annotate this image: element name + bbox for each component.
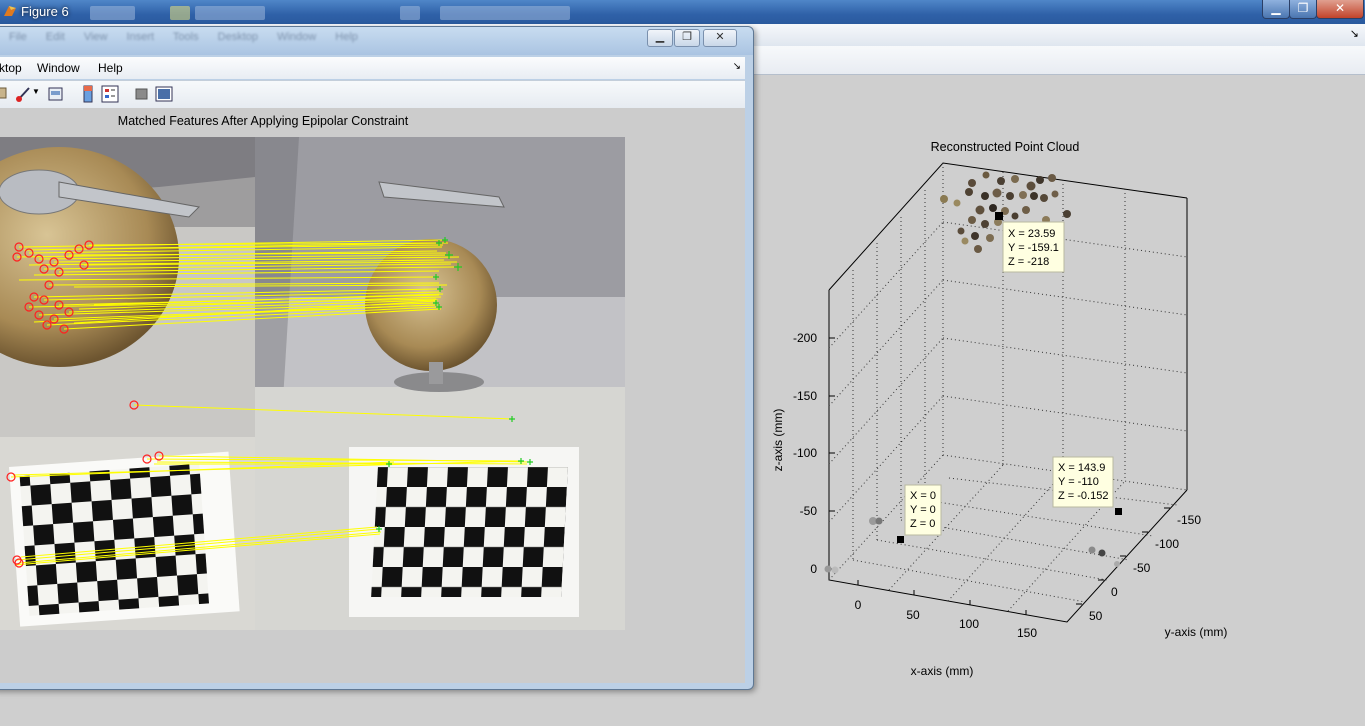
front-minimize-button[interactable]: ▁ <box>647 29 673 47</box>
ghost-menubar: File Edit View Insert Tools Desktop Wind… <box>9 31 374 43</box>
point-cloud-board-points <box>824 508 1122 574</box>
print-preview-icon[interactable] <box>47 85 65 103</box>
back-minimize-button[interactable]: ▁ <box>1262 0 1290 19</box>
back-close-button[interactable]: ✕ <box>1316 0 1364 19</box>
colorbar-icon[interactable] <box>81 85 95 103</box>
y-tick-label: -50 <box>1133 561 1151 575</box>
ghost-menu-item: Window <box>277 31 317 43</box>
taskbar-blur <box>170 6 190 20</box>
legend-icon[interactable] <box>101 85 119 103</box>
hide-plot-tools-icon[interactable] <box>135 85 149 103</box>
z-tick-label: -200 <box>793 331 817 345</box>
datatip-line: Y = 0 <box>910 504 936 516</box>
front-toolbar: ▼ <box>0 80 745 109</box>
x-tick-label: 150 <box>1017 626 1037 640</box>
datatip-line: Z = 0 <box>910 518 935 530</box>
x-axis-label: x-axis (mm) <box>911 664 974 678</box>
datatip[interactable]: X = 23.59 Y = -159.1 Z = -218 <box>995 212 1065 273</box>
y-tick-label: -150 <box>1177 513 1201 527</box>
datatip[interactable]: X = 0 Y = 0 Z = 0 <box>904 484 942 536</box>
ghost-menu-item: File <box>9 31 27 43</box>
datatip-line: Y = -110 <box>1058 476 1099 488</box>
point-cloud-title: Reconstructed Point Cloud <box>931 140 1080 154</box>
menu-desktop[interactable]: ktop <box>0 61 22 75</box>
datatip-line: Z = -218 <box>1008 256 1049 268</box>
taskbar-blur <box>400 6 420 20</box>
back-window-title: Figure 6 <box>21 4 69 19</box>
ghost-menu-item: Desktop <box>217 31 259 43</box>
z-tick-label: -150 <box>793 389 817 403</box>
brush-icon[interactable] <box>15 85 33 103</box>
matlab-app-icon <box>4 6 16 16</box>
menu-help[interactable]: Help <box>98 61 123 75</box>
z-axis-label: z-axis (mm) <box>771 409 785 472</box>
y-tick-label: -100 <box>1155 537 1179 551</box>
print-icon[interactable] <box>0 85 7 101</box>
front-menubar: ktop Window Help ↘ <box>0 57 745 79</box>
dock-arrow-icon[interactable]: ↘ <box>1350 27 1359 40</box>
y-tick-label: 50 <box>1089 609 1103 623</box>
ghost-menu-item: Edit <box>45 31 65 43</box>
front-figure-canvas: Matched Features After Applying Epipolar… <box>0 108 745 683</box>
taskbar-blur <box>195 6 265 20</box>
datatip-line: X = 23.59 <box>1008 228 1055 240</box>
datatip-line: X = 0 <box>910 490 936 502</box>
ghost-menu-item: Help <box>335 31 358 43</box>
datatip-line: Z = -0.152 <box>1058 490 1108 502</box>
matched-features-title: Matched Features After Applying Epipolar… <box>117 114 409 128</box>
front-maximize-button[interactable]: ❐ <box>674 29 700 47</box>
brush-dropdown-icon[interactable]: ▼ <box>32 87 40 96</box>
taskbar-blur <box>90 6 135 20</box>
z-tick-label: -100 <box>793 446 817 460</box>
z-tick-label: -50 <box>800 504 818 518</box>
x-tick-label: 0 <box>855 598 862 612</box>
z-tick-label: 0 <box>810 562 817 576</box>
dock-arrow-icon[interactable]: ↘ <box>733 61 741 72</box>
datatip-line: Y = -159.1 <box>1008 242 1059 254</box>
back-maximize-button[interactable]: ❐ <box>1289 0 1317 19</box>
front-window-titlebar[interactable]: File Edit View Insert Tools Desktop Wind… <box>0 27 753 55</box>
matched-features-image[interactable] <box>0 137 626 630</box>
ghost-menu-item: Insert <box>126 31 155 43</box>
back-window-titlebar[interactable]: Figure 6 ▁ ❐ ✕ <box>0 0 1365 24</box>
front-figure-window[interactable]: File Edit View Insert Tools Desktop Wind… <box>0 26 754 690</box>
taskbar-blur <box>440 6 570 20</box>
ghost-menu-item: Tools <box>172 31 199 43</box>
ghost-menu-item: View <box>83 31 108 43</box>
show-plot-tools-icon[interactable] <box>155 85 173 103</box>
y-tick-label: 0 <box>1111 585 1118 599</box>
datatip-line: X = 143.9 <box>1058 462 1105 474</box>
datatip[interactable]: X = 143.9 Y = -110 Z = -0.152 <box>1052 456 1114 508</box>
front-close-button[interactable]: ✕ <box>703 29 737 47</box>
x-tick-label: 50 <box>906 608 920 622</box>
menu-window[interactable]: Window <box>37 61 80 75</box>
x-tick-label: 100 <box>959 617 979 631</box>
y-axis-label: y-axis (mm) <box>1165 625 1228 639</box>
